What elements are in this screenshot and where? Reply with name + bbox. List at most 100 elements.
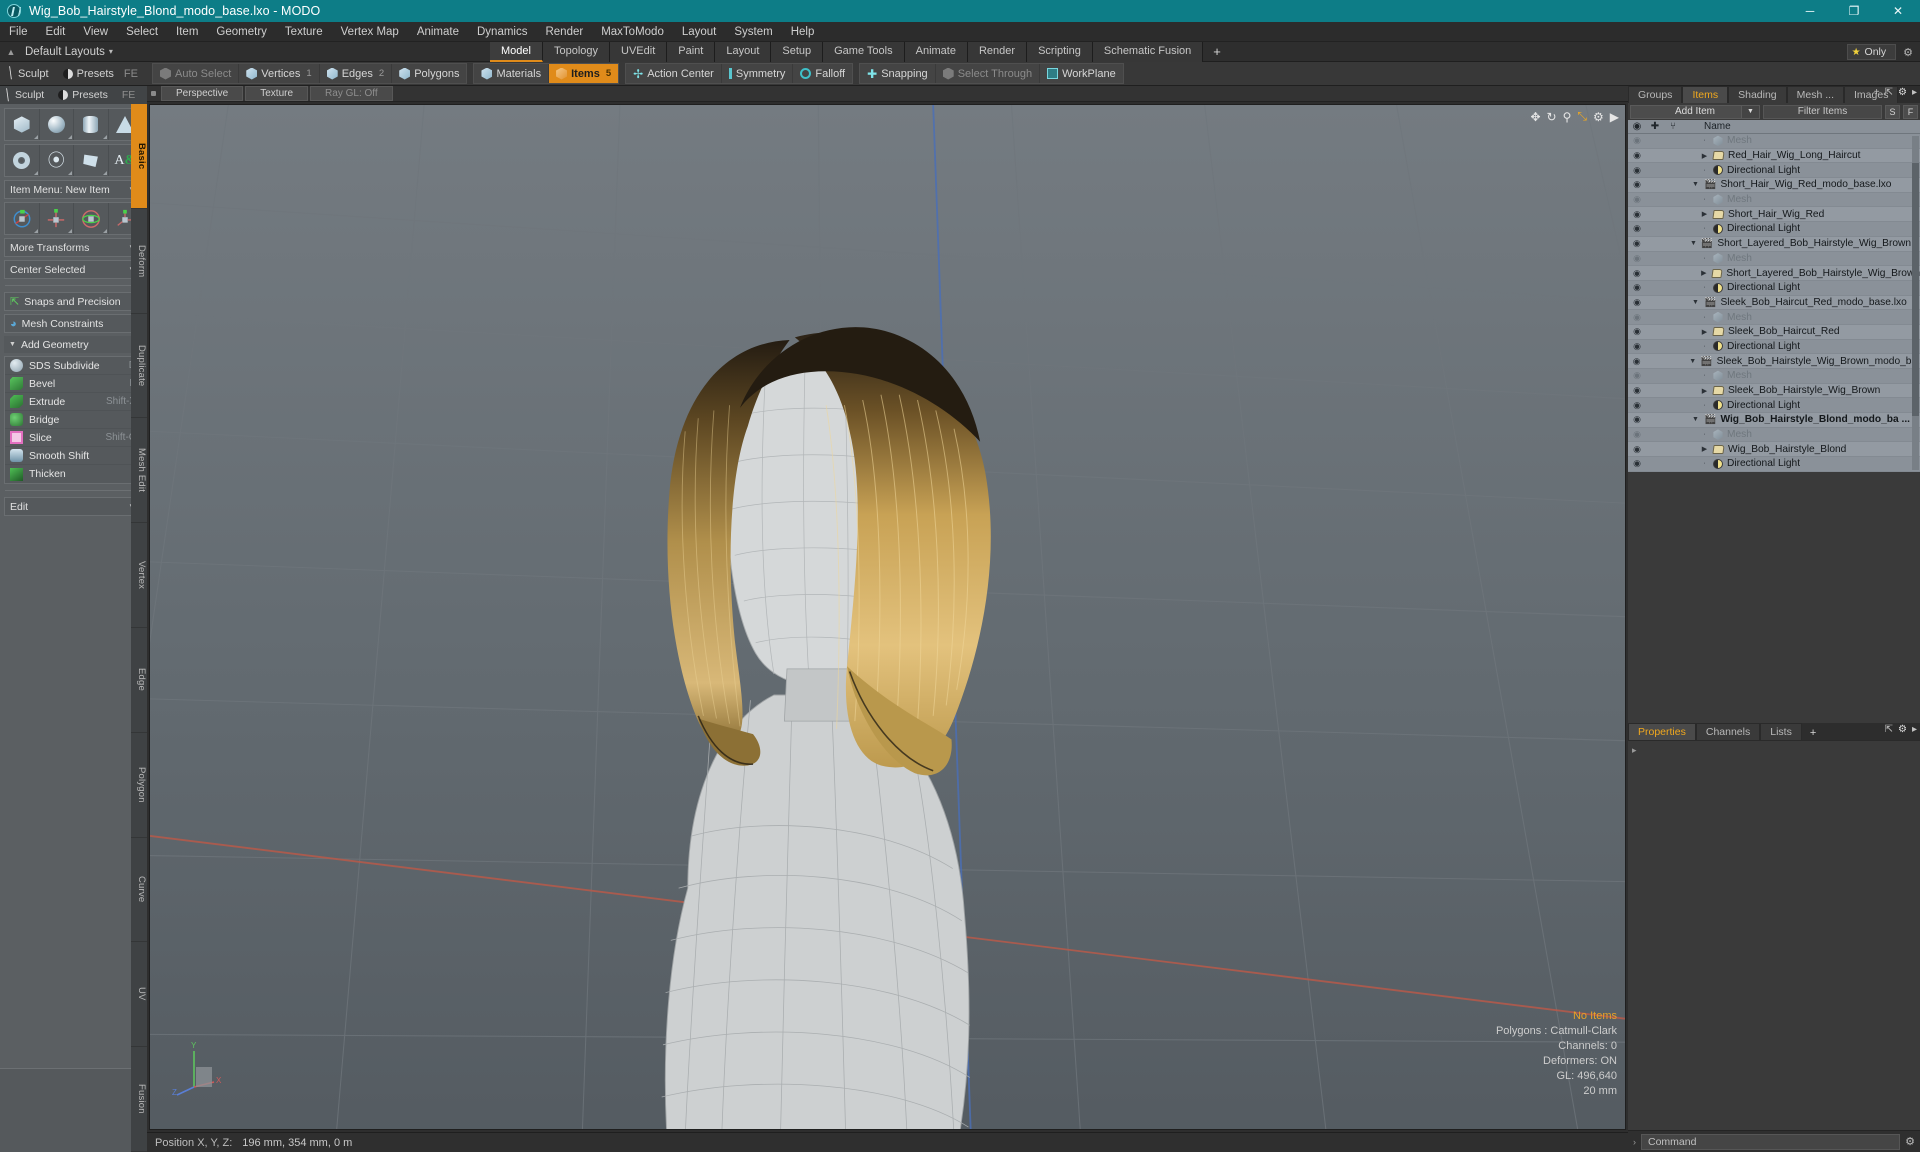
right-tab-mesh-[interactable]: Mesh ... (1786, 86, 1845, 103)
tree-scrollbar[interactable] (1912, 136, 1919, 470)
vertical-tab-deform[interactable]: Deform (131, 209, 147, 314)
menu-arrow-icon[interactable]: ▸ (1912, 724, 1917, 735)
default-layouts-label[interactable]: Default Layouts (19, 46, 105, 58)
tree-item[interactable]: · Directional Light (1682, 341, 1800, 352)
menu-item-geometry[interactable]: Geometry (207, 22, 276, 42)
layout-tab-schematic-fusion[interactable]: Schematic Fusion (1092, 42, 1204, 62)
menu-arrow-icon[interactable]: ▸ (1912, 87, 1917, 98)
filter-items-input[interactable]: Filter Items (1763, 104, 1882, 119)
add-tab-icon[interactable]: + (1874, 87, 1880, 98)
tree-row[interactable]: ◉ ▼ 🎬 Sleek_Bob_Haircut_Red_modo_base.lxo (1628, 295, 1920, 311)
tool-select-through[interactable]: Select Through (936, 64, 1041, 83)
presets-tab[interactable]: Presets (53, 89, 113, 101)
expand-twisty-icon[interactable]: ▼ (1690, 240, 1697, 247)
menu-item-dynamics[interactable]: Dynamics (468, 22, 536, 42)
tree-row[interactable]: ◉ ▶ Short_Hair_Wig_Red (1628, 207, 1920, 223)
menu-item-maxtomodo[interactable]: MaxToModo (592, 22, 673, 42)
viewport-tab-perspective[interactable]: Perspective (161, 86, 244, 101)
tool-workplane[interactable]: WorkPlane (1040, 64, 1123, 83)
polygon-primitive[interactable] (74, 145, 109, 176)
visibility-toggle[interactable]: ◉ (1628, 297, 1646, 308)
chevron-down-icon[interactable]: ▾ (109, 47, 113, 56)
prop-tab-properties[interactable]: Properties (1628, 723, 1696, 740)
layout-tab-uvedit[interactable]: UVEdit (610, 42, 668, 62)
menu-item-help[interactable]: Help (782, 22, 824, 42)
center-selected-dropdown[interactable]: Center Selected ▼ (4, 260, 143, 279)
viewport-menu-icon[interactable]: ▶ (1610, 110, 1619, 124)
tool-falloff[interactable]: Falloff (793, 64, 852, 83)
menu-item-view[interactable]: View (74, 22, 117, 42)
tree-item[interactable]: ▶ Short_Layered_Bob_Hairstyle_Wig_Brown (1682, 268, 1920, 279)
chevron-down-icon[interactable]: ▼ (1741, 105, 1759, 118)
cube-primitive[interactable] (5, 109, 40, 140)
tree-item[interactable]: · Directional Light (1682, 282, 1800, 293)
viewport-tab-ray-gl-off[interactable]: Ray GL: Off (310, 86, 393, 101)
gear-icon[interactable]: ⚙ (1898, 724, 1907, 735)
visibility-toggle[interactable]: ◉ (1628, 209, 1646, 220)
visibility-toggle[interactable]: ◉ (1628, 341, 1646, 352)
vertical-tab-mesh-edit[interactable]: Mesh Edit (131, 418, 147, 524)
tree-item[interactable]: ▼ 🎬 Sleek_Bob_Hairstyle_Wig_Brown_modo_ba.… (1680, 356, 1920, 367)
add-properties-tab-button[interactable]: + (1802, 726, 1824, 740)
fit-view-icon[interactable]: ⤡ (1577, 109, 1587, 124)
tree-row[interactable]: ◉ · Directional Light (1628, 398, 1920, 414)
tree-row[interactable]: ◉ ▶ Short_Layered_Bob_Hairstyle_Wig_Brown (1628, 266, 1920, 281)
vertical-tab-uv[interactable]: UV (131, 942, 147, 1048)
tool-snapping[interactable]: ✚ Snapping (860, 64, 936, 83)
add-item-button[interactable]: Add Item ▼ (1630, 104, 1760, 119)
visibility-toggle[interactable]: ◉ (1628, 312, 1646, 323)
visibility-toggle[interactable]: ◉ (1628, 385, 1646, 396)
tree-item[interactable]: ▶ Red_Hair_Wig_Long_Haircut (1682, 150, 1861, 161)
presets-button[interactable]: Presets (57, 64, 120, 84)
tree-row[interactable]: ◉ · Mesh (1628, 310, 1920, 325)
viewport-settings-icon[interactable]: ⚙ (1593, 110, 1604, 124)
prop-tab-lists[interactable]: Lists (1760, 723, 1802, 740)
cylinder-primitive[interactable] (74, 109, 109, 140)
chevron-right-icon[interactable]: ▸ (1632, 745, 1637, 756)
expand-twisty-icon[interactable]: ▼ (1691, 416, 1700, 423)
selection-mode-edges[interactable]: Edges 2 (320, 64, 393, 83)
expand-twisty-icon[interactable]: ▶ (1700, 152, 1709, 160)
visibility-toggle[interactable]: ◉ (1628, 165, 1646, 176)
visibility-toggle[interactable]: ◉ (1628, 400, 1646, 411)
menu-item-file[interactable]: File (0, 22, 37, 42)
tree-item[interactable]: · Mesh (1682, 429, 1752, 440)
expand-twisty-icon[interactable]: ▼ (1691, 299, 1700, 306)
menu-item-edit[interactable]: Edit (37, 22, 75, 42)
right-tab-items[interactable]: Items (1682, 86, 1729, 103)
layout-tab-model[interactable]: Model (490, 42, 543, 62)
close-button[interactable]: ✕ (1876, 0, 1920, 22)
item-mode-materials[interactable]: Materials (474, 64, 550, 83)
visibility-toggle[interactable]: ◉ (1628, 370, 1646, 381)
tree-item[interactable]: ▶ Sleek_Bob_Hairstyle_Wig_Brown (1682, 385, 1881, 396)
layout-tab-setup[interactable]: Setup (771, 42, 824, 62)
geometry-op-bevel[interactable]: BevelB (5, 375, 142, 393)
items-tree[interactable]: ◉ · Mesh ◉ ▶ Red_Hair_Wig_Long_Haircut ◉ · Direc… (1628, 134, 1920, 472)
viewport-tab-texture[interactable]: Texture (245, 86, 309, 101)
tree-item[interactable]: · Mesh (1682, 253, 1752, 264)
more-transforms-dropdown[interactable]: More Transforms ▼ (4, 238, 143, 257)
vertical-tab-fusion[interactable]: Fusion (131, 1047, 147, 1152)
expand-twisty-icon[interactable]: ▼ (1689, 358, 1696, 365)
visibility-toggle[interactable]: ◉ (1628, 150, 1646, 161)
tree-row[interactable]: ◉ · Directional Light (1628, 222, 1920, 237)
perspective-viewport[interactable]: ✥ ↻ ⚲ ⤡ ⚙ ▶ No Items Polygons : Catmull-Clark… (149, 104, 1626, 1130)
vertical-tab-curve[interactable]: Curve (131, 838, 147, 943)
menu-item-system[interactable]: System (725, 22, 781, 42)
right-tab-shading[interactable]: Shading (1728, 86, 1787, 103)
tree-row[interactable]: ◉ ▶ Red_Hair_Wig_Long_Haircut (1628, 148, 1920, 164)
item-menu-dropdown[interactable]: Item Menu: New Item ▼ (4, 180, 143, 199)
add-geometry-section[interactable]: ▼ Add Geometry (4, 336, 143, 353)
menu-item-texture[interactable]: Texture (276, 22, 332, 42)
expand-twisty-icon[interactable]: ▼ (1691, 181, 1700, 188)
vertical-tab-basic[interactable]: Basic (131, 104, 147, 209)
tree-item[interactable]: · Directional Light (1682, 458, 1800, 469)
fe-tab[interactable]: FE (117, 89, 140, 101)
tree-item[interactable]: ▶ Short_Hair_Wig_Red (1682, 209, 1824, 220)
vertical-tab-duplicate[interactable]: Duplicate (131, 314, 147, 419)
geometry-op-slice[interactable]: Slice Shift-C (5, 429, 142, 447)
tree-row[interactable]: ◉ · Directional Light (1628, 457, 1920, 472)
tree-item[interactable]: ▼ 🎬 Sleek_Bob_Haircut_Red_modo_base.lxo (1682, 297, 1907, 308)
filter-s-button[interactable]: S (1885, 104, 1900, 119)
tree-row[interactable]: ◉ ▼ 🎬 Sleek_Bob_Hairstyle_Wig_Brown_modo_ba… (1628, 354, 1920, 369)
